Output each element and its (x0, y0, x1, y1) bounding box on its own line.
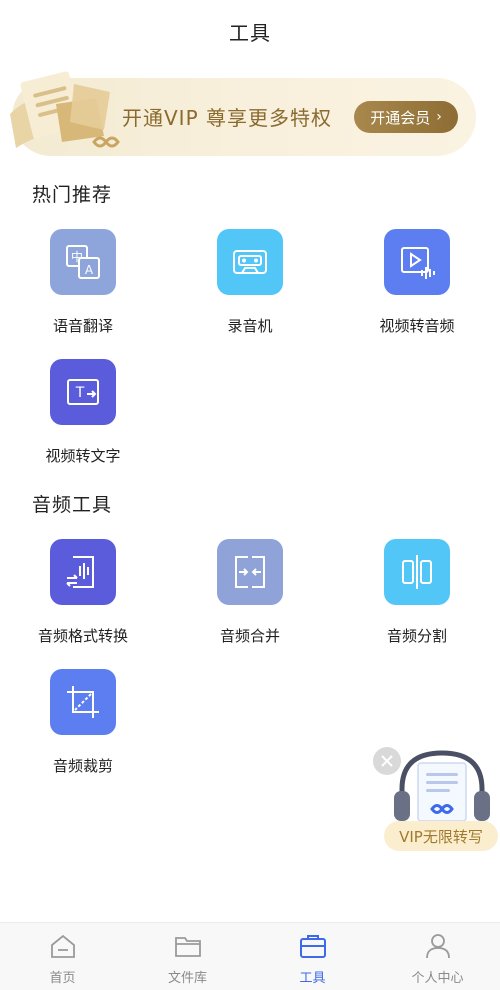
vip-promo-text: 开通VIP 尊享更多特权 (122, 106, 332, 130)
nav-label: 工具 (299, 971, 326, 986)
nav-item-tools[interactable]: 工具 (250, 923, 375, 990)
nav-label: 文件库 (167, 971, 207, 986)
tool-label: 音频格式转换 (37, 627, 128, 645)
cassette-icon (217, 229, 283, 295)
tool-audio-crop[interactable]: 音频裁剪 (18, 669, 148, 776)
close-icon (381, 755, 393, 767)
vip-transcribe-badge: VIP无限转写 (384, 821, 498, 851)
bottom-nav: 首页 文件库 工具 个人中心 (0, 922, 500, 990)
toolbox-icon (298, 931, 328, 961)
tool-video-to-audio[interactable]: 视频转音频 (352, 229, 482, 336)
nav-item-file-library[interactable]: 文件库 (125, 923, 250, 990)
nav-item-profile[interactable]: 个人中心 (375, 923, 500, 990)
open-membership-button[interactable]: 开通会员 › (354, 101, 458, 133)
tool-video-to-text[interactable]: T 视频转文字 (18, 359, 148, 466)
tool-label: 音频合并 (219, 627, 280, 645)
tool-label: 音频裁剪 (52, 757, 113, 775)
svg-text:T: T (75, 385, 85, 401)
tool-audio-format-convert[interactable]: 音频格式转换 (18, 539, 148, 646)
section-title-popular: 热门推荐 (32, 184, 113, 206)
home-icon (48, 931, 78, 961)
person-icon (423, 931, 453, 961)
translate-icon: 中 A (50, 229, 116, 295)
audio-split-icon (384, 539, 450, 605)
audio-convert-icon (50, 539, 116, 605)
svg-text:A: A (85, 263, 94, 277)
video-to-audio-icon (384, 229, 450, 295)
vip-documents-illustration (10, 71, 120, 148)
page-header: 工具 (0, 0, 500, 62)
nav-label: 个人中心 (411, 971, 464, 986)
vip-banner[interactable]: 开通VIP 尊享更多特权 开通会员 › (4, 70, 476, 160)
crop-icon (50, 669, 116, 735)
svg-text:中: 中 (71, 249, 83, 264)
video-to-text-icon: T (50, 359, 116, 425)
folder-icon (173, 931, 203, 961)
tool-voice-translate[interactable]: 中 A 语音翻译 (18, 229, 148, 336)
tool-label: 语音翻译 (52, 317, 113, 335)
open-membership-label: 开通会员 (370, 108, 431, 127)
nav-item-home[interactable]: 首页 (0, 923, 125, 990)
tool-label: 视频转文字 (45, 447, 121, 465)
tool-audio-split[interactable]: 音频分割 (352, 539, 482, 646)
section-title-audio-tools: 音频工具 (32, 494, 113, 516)
tool-label: 视频转音频 (379, 317, 455, 335)
nav-label: 首页 (49, 971, 76, 986)
tool-audio-merge[interactable]: 音频合并 (185, 539, 315, 646)
tool-label: 音频分割 (386, 627, 447, 645)
close-widget-button[interactable] (373, 747, 401, 775)
chevron-right-icon: › (436, 109, 442, 125)
audio-merge-icon (217, 539, 283, 605)
tool-recorder[interactable]: 录音机 (185, 229, 315, 336)
page-title: 工具 (229, 20, 271, 45)
tool-label: 录音机 (227, 317, 273, 335)
